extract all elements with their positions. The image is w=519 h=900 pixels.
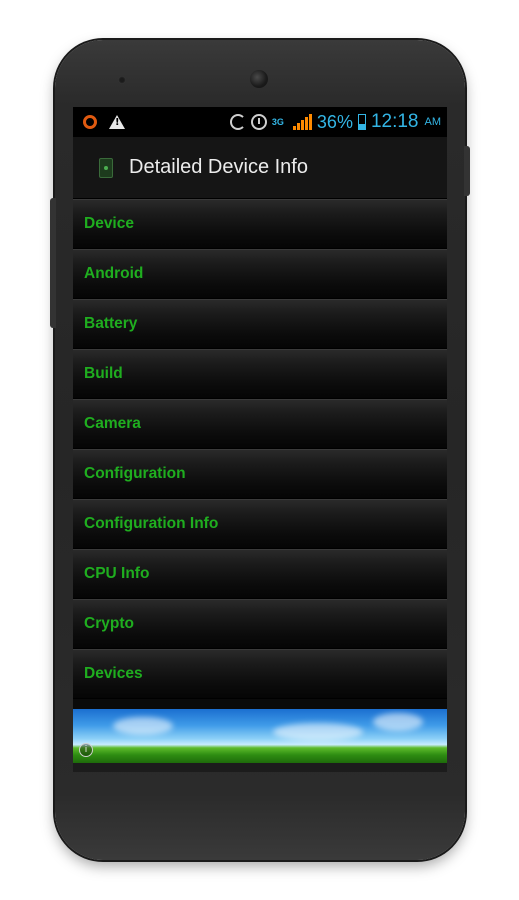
action-bar: Detailed Device Info — [73, 137, 447, 199]
ad-info-icon[interactable]: i — [79, 743, 93, 757]
list-item-label: Android — [84, 265, 144, 282]
category-list: Device Android Battery Build Camera Conf… — [73, 199, 447, 699]
list-item-label: Build — [84, 365, 123, 382]
clock-time: 12:18 — [370, 111, 419, 132]
list-item-label: Configuration Info — [84, 515, 219, 532]
battery-icon — [357, 114, 366, 130]
list-item-camera[interactable]: Camera — [73, 399, 447, 449]
list-item-label: Crypto — [84, 615, 134, 632]
sync-icon — [229, 114, 246, 130]
list-item-cpu-info[interactable]: CPU Info — [73, 549, 447, 599]
app-icon[interactable] — [99, 157, 113, 178]
ad-banner[interactable]: i — [73, 709, 447, 763]
cloud-shape — [373, 713, 423, 731]
power-button — [464, 146, 470, 196]
clock-ampm: AM — [424, 116, 442, 128]
volume-button — [50, 198, 56, 328]
list-item-build[interactable]: Build — [73, 349, 447, 399]
list-item-battery[interactable]: Battery — [73, 299, 447, 349]
signal-icon — [292, 114, 312, 130]
cloud-shape — [113, 717, 173, 735]
alarm-icon — [250, 114, 267, 130]
app-title: Detailed Device Info — [129, 156, 308, 178]
cloud-shape — [273, 723, 363, 741]
network-3g-icon: 3G — [271, 116, 284, 127]
list-item-label: Configuration — [84, 465, 186, 482]
list-item-devices[interactable]: Devices — [73, 649, 447, 699]
list-item-configuration[interactable]: Configuration — [73, 449, 447, 499]
list-item-label: Camera — [84, 415, 141, 432]
list-item-label: Battery — [84, 315, 138, 332]
list-item-android[interactable]: Android — [73, 249, 447, 299]
front-camera — [250, 70, 268, 88]
sensor-dot — [118, 76, 126, 84]
list-item-configuration-info[interactable]: Configuration Info — [73, 499, 447, 549]
list-item-crypto[interactable]: Crypto — [73, 599, 447, 649]
battery-percent: 36% — [316, 111, 353, 132]
screen: 3G 36% 12:18 AM Detailed Device Info Dev… — [73, 107, 447, 772]
warning-icon — [109, 115, 125, 129]
ring-icon — [83, 115, 97, 129]
list-item-label: Device — [84, 215, 134, 232]
list-item-label: Devices — [84, 665, 143, 682]
screen-bottom-bar — [73, 763, 447, 772]
status-bar: 3G 36% 12:18 AM — [73, 107, 447, 137]
list-item-device[interactable]: Device — [73, 199, 447, 249]
list-item-label: CPU Info — [84, 565, 150, 582]
